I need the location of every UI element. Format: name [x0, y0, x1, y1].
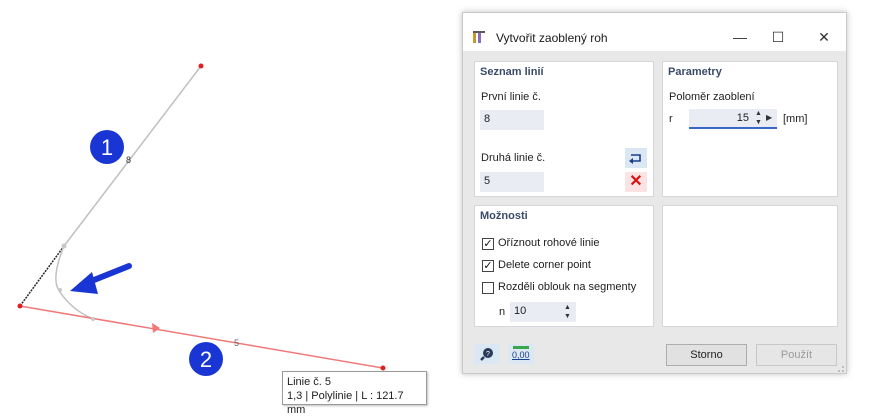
marker-1-label: 1: [101, 135, 113, 160]
radius-unit: [mm]: [783, 113, 808, 125]
delete-corner-label: Delete corner point: [498, 259, 591, 271]
trimmed-segment: [19, 245, 65, 307]
line-label-5: 5: [234, 338, 239, 348]
units-icon: 0,00: [512, 350, 530, 360]
trim-lines-label: Oříznout rohové linie: [498, 237, 600, 249]
second-line-label: Druhá linie č.: [481, 152, 546, 164]
radius-input[interactable]: 15: [689, 109, 777, 129]
parameters-panel: Parametry Poloměr zaoblení r 15 ▲ ▼ ▶ [mm…: [662, 61, 838, 197]
n-label: n: [499, 306, 506, 318]
search-help-icon: ?: [480, 348, 493, 361]
split-arc-label: Rozděli oblouk na segmenty: [498, 281, 637, 293]
line-tooltip: Linie č. 5 1,3 | Polylinie | L : 121.7 m…: [282, 371, 427, 416]
fillet-dialog: Vytvořit zaoblený roh — ☐ ✕ Seznam linií…: [462, 12, 847, 374]
line-direction-arrow: [152, 323, 160, 333]
delete-lines-button[interactable]: ✕: [625, 172, 647, 192]
marker-2-label: 2: [200, 347, 212, 372]
second-line-input[interactable]: 5: [480, 172, 544, 192]
delete-corner-checkbox[interactable]: ✓: [482, 260, 494, 272]
delete-icon: ✕: [629, 173, 643, 190]
cancel-button[interactable]: Storno: [666, 344, 747, 366]
segments-spinner[interactable]: ▲ ▼: [564, 303, 571, 321]
minimize-button[interactable]: —: [728, 25, 752, 49]
node-point[interactable]: [17, 303, 23, 309]
close-button[interactable]: ✕: [812, 25, 836, 49]
radius-spinner[interactable]: ▲ ▼: [755, 109, 762, 127]
arc-point: [58, 288, 62, 292]
split-arc-checkbox[interactable]: [482, 282, 494, 294]
tooltip-line-2: 1,3 | Polylinie | L : 121.7 mm: [287, 390, 404, 416]
radius-value: 15: [736, 112, 749, 124]
tooltip-line-1: Linie č. 5: [287, 376, 332, 388]
model-view: 8 5 1 2: [17, 63, 386, 376]
options-panel-header: Možnosti: [480, 210, 528, 222]
units-button[interactable]: 0,00: [508, 344, 534, 364]
parameters-panel-header: Parametry: [668, 66, 722, 78]
resize-grip-icon[interactable]: [837, 365, 845, 373]
first-line-input[interactable]: 8: [480, 110, 544, 130]
arc-point: [61, 243, 67, 249]
radius-menu-arrow-icon[interactable]: ▶: [766, 113, 772, 122]
first-line-label: První linie č.: [481, 91, 541, 103]
dialog-title: Vytvořit zaoblený roh: [496, 31, 608, 45]
radius-label: Poloměr zaoblení: [669, 91, 755, 103]
svg-text:?: ?: [486, 351, 490, 358]
node-point[interactable]: [380, 365, 386, 371]
swap-lines-button[interactable]: [625, 148, 647, 168]
units-icon-bar: [513, 346, 529, 349]
node-point[interactable]: [198, 63, 204, 69]
maximize-button[interactable]: ☐: [766, 25, 790, 49]
drawing-canvas[interactable]: 8 5 1 2 Linie č. 5 1,3 | Polylinie | L :…: [0, 0, 455, 416]
help-button[interactable]: ?: [474, 344, 500, 364]
segments-value: 10: [514, 305, 527, 317]
line-label-8: 8: [126, 155, 131, 165]
lines-panel: Seznam linií První linie č. 8 Druhá lini…: [474, 61, 654, 197]
pointer-arrow-head: [70, 272, 98, 294]
options-panel: Možnosti ✓ Oříznout rohové linie ✓ Delet…: [474, 205, 654, 327]
arc-point: [91, 317, 95, 321]
trim-lines-checkbox[interactable]: ✓: [482, 238, 494, 250]
title-bar[interactable]: Vytvořit zaoblený roh — ☐ ✕: [463, 13, 846, 51]
lines-panel-header: Seznam linií: [480, 66, 544, 78]
fillet-tool-icon: [473, 31, 485, 43]
swap-icon: [629, 154, 641, 164]
r-label: r: [669, 113, 673, 125]
empty-panel: [662, 205, 838, 327]
apply-button[interactable]: Použít: [756, 344, 837, 366]
line-8[interactable]: [63, 65, 202, 247]
